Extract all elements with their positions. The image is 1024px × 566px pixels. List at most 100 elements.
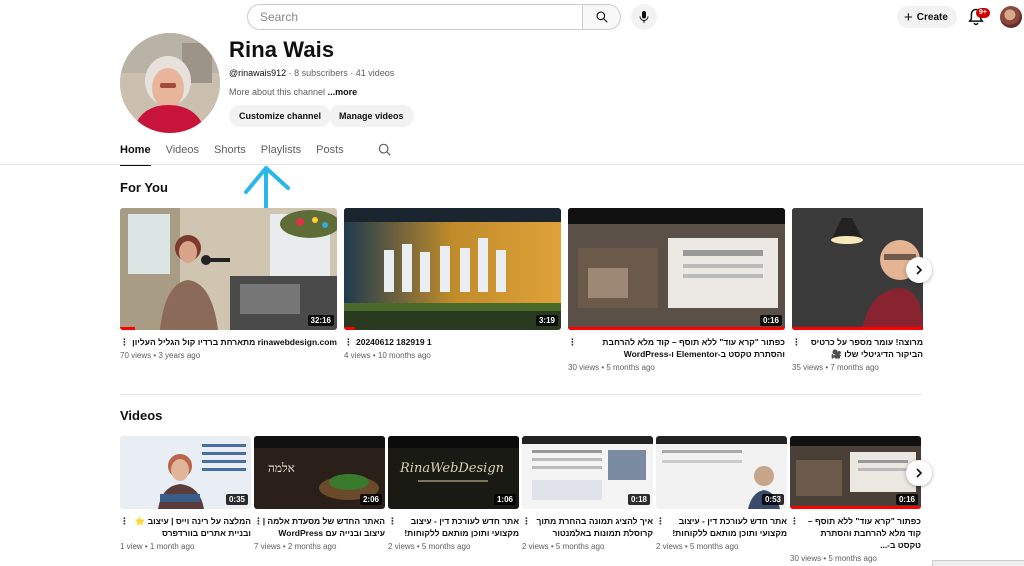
video-title-text: מרוצה! עומר מספר על כרטיס הביקור הדיגיטל… [810, 337, 923, 359]
video-meta: 30 views • 5 months ago [790, 554, 877, 563]
video-thumbnail[interactable] [792, 208, 923, 330]
video-thumbnail[interactable]: 0:16 [568, 208, 785, 330]
customize-channel-button[interactable]: Customize channel [229, 105, 332, 127]
video-title-text: המלצה על רינה וייס | עיצוב ⭐ ובניית אתרי… [134, 516, 251, 538]
video-card[interactable]: 0:53 ⋮ אתר חדש לעורכת דין - עיצוב מקצועי … [656, 436, 787, 563]
chevron-right-icon [916, 468, 923, 478]
video-card[interactable]: RinaWebDesign 1:06 ⋮ אתר חדש לעורכת דין -… [388, 436, 519, 563]
video-card[interactable]: 0:35 ⋮ המלצה על רינה וייס | עיצוב ⭐ ובניי… [120, 436, 251, 563]
video-title[interactable]: ⋮ מרוצה! עומר מספר על כרטיס הביקור הדיגיט… [792, 336, 923, 360]
video-title[interactable]: ⋮ כפתור "קרא עוד" ללא תוסף – קוד מלא להרח… [568, 336, 785, 360]
video-title[interactable]: ⋮ האתר החדש של מסעדת אלמה | עיצוב ובנייה … [254, 515, 385, 539]
tab-videos[interactable]: Videos [166, 140, 199, 164]
video-card[interactable]: 0:18 ⋮ איך להציג תמונה בהחרת מתוך קרוסלת … [522, 436, 653, 563]
video-thumbnail[interactable]: 0:53 [656, 436, 787, 509]
subscriber-count: 8 subscribers [294, 68, 348, 78]
video-title-text: אתר חדש לעורכת דין - עיצוב מקצועי ותוכן … [672, 516, 787, 538]
watch-progress-bar [568, 327, 785, 330]
kebab-icon[interactable]: ⋮ [656, 515, 665, 527]
carousel-next-button[interactable] [906, 460, 932, 486]
video-card[interactable]: אלמה 2:06 ⋮ האתר החדש של מסעדת אלמה | עיצ… [254, 436, 385, 563]
more-link[interactable]: ...more [328, 87, 358, 97]
video-title[interactable]: ⋮ איך להציג תמונה בהחרת מתוך קרוסלת תמונו… [522, 515, 653, 539]
video-title[interactable]: ⋮ אתר חדש לעורכת דין - עיצוב מקצועי ותוכן… [388, 515, 519, 539]
videos-title: Videos [120, 408, 163, 423]
video-title[interactable]: ⋮ rinawebdesign.com מתארחת ברדיו קול הגלי… [120, 336, 337, 348]
channel-handle: @rinawais912 [229, 68, 287, 78]
video-card[interactable]: 32:16 ⋮ rinawebdesign.com מתארחת ברדיו קו… [120, 208, 337, 372]
search-bar [247, 4, 657, 30]
video-duration: 0:16 [759, 315, 782, 326]
video-meta: 2 views • 5 months ago [388, 542, 471, 551]
watch-progress-bar [120, 327, 135, 330]
channel-about[interactable]: More about this channel ...more [229, 87, 357, 97]
video-thumbnail[interactable]: RinaWebDesign 1:06 [388, 436, 519, 509]
section-divider [120, 394, 922, 395]
video-meta: 1 view • 1 month ago [120, 542, 195, 551]
search-input[interactable] [247, 4, 583, 30]
kebab-icon[interactable]: ⋮ [388, 515, 397, 527]
video-title[interactable]: ⋮ אתר חדש לעורכת דין - עיצוב מקצועי ותוכן… [656, 515, 787, 539]
video-thumbnail[interactable]: 32:16 [120, 208, 337, 330]
search-icon [595, 11, 608, 23]
video-title[interactable]: ⋮ 20240612 182919 1 [344, 336, 561, 348]
svg-text:אלמה: אלמה [268, 461, 295, 475]
video-meta: 4 views • 10 months ago [344, 351, 431, 360]
voice-search-button[interactable] [631, 4, 657, 30]
for-you-title: For You [120, 180, 168, 195]
tabs-divider [0, 164, 1024, 165]
video-card[interactable]: 0:16 ⋮ כפתור "קרא עוד" ללא תוסף – קוד מלא… [790, 436, 921, 563]
kebab-icon[interactable]: ⋮ [522, 515, 531, 527]
carousel-next-button[interactable] [906, 257, 932, 283]
video-card[interactable]: 3:19 ⋮ 20240612 182919 1 4 views • 10 mon… [344, 208, 561, 372]
search-icon[interactable] [377, 142, 393, 158]
create-button[interactable]: + Create [897, 6, 957, 28]
video-meta: 2 views • 5 months ago [656, 542, 739, 551]
kebab-icon[interactable]: ⋮ [792, 336, 801, 348]
watch-progress-bar [344, 327, 355, 330]
video-card[interactable]: 0:16 ⋮ כפתור "קרא עוד" ללא תוסף – קוד מלא… [568, 208, 785, 372]
kebab-icon[interactable]: ⋮ [568, 336, 577, 348]
video-title-text: 20240612 182919 1 [356, 337, 432, 347]
video-duration: 0:18 [627, 494, 650, 505]
mic-icon [639, 11, 649, 23]
video-meta: 35 views • 7 months ago [792, 363, 879, 372]
video-title[interactable]: ⋮ כפתור "קרא עוד" ללא תוסף – קוד מלא להרח… [790, 515, 921, 551]
kebab-icon[interactable]: ⋮ [120, 336, 129, 348]
video-duration: 0:16 [895, 494, 918, 505]
video-meta: 7 views • 2 months ago [254, 542, 337, 551]
video-thumbnail[interactable]: 0:35 [120, 436, 251, 509]
kebab-icon[interactable]: ⋮ [790, 515, 799, 527]
tab-posts[interactable]: Posts [316, 140, 344, 164]
search-button[interactable] [583, 4, 621, 30]
video-title-text: האתר החדש של מסעדת אלמה | עיצוב ובנייה ע… [262, 516, 385, 538]
account-avatar[interactable] [1000, 6, 1022, 28]
video-thumbnail[interactable]: אלמה 2:06 [254, 436, 385, 509]
kebab-icon[interactable]: ⋮ [344, 336, 353, 348]
video-title-text: אתר חדש לעורכת דין - עיצוב מקצועי ותוכן … [404, 516, 519, 538]
video-title[interactable]: ⋮ המלצה על רינה וייס | עיצוב ⭐ ובניית אתר… [120, 515, 251, 539]
svg-text:RinaWebDesign: RinaWebDesign [399, 461, 504, 476]
video-duration: 3:19 [535, 315, 558, 326]
video-meta: 2 views • 5 months ago [522, 542, 605, 551]
videos-row: 0:35 ⋮ המלצה על רינה וייס | עיצוב ⭐ ובניי… [120, 436, 921, 563]
video-thumbnail[interactable]: 0:18 [522, 436, 653, 509]
chevron-right-icon [916, 265, 923, 275]
video-thumbnail[interactable]: 0:16 [790, 436, 921, 509]
kebab-icon[interactable]: ⋮ [254, 515, 263, 527]
video-duration: 32:16 [307, 315, 334, 326]
video-title-text: כפתור "קרא עוד" ללא תוסף – קוד מלא להרחב… [807, 516, 921, 550]
video-card[interactable]: ⋮ מרוצה! עומר מספר על כרטיס הביקור הדיגיט… [792, 208, 923, 372]
video-thumbnail[interactable]: 3:19 [344, 208, 561, 330]
video-duration: 0:35 [225, 494, 248, 505]
tab-home[interactable]: Home [120, 140, 151, 166]
watch-progress-bar [790, 506, 921, 509]
video-duration: 1:06 [493, 494, 516, 505]
manage-videos-button[interactable]: Manage videos [329, 105, 414, 127]
video-title-text: rinawebdesign.com מתארחת ברדיו קול הגליל… [132, 337, 337, 347]
meta-separator: · [286, 68, 295, 78]
video-meta: 30 views • 5 months ago [568, 363, 655, 372]
meta-separator: · [347, 68, 356, 78]
kebab-icon[interactable]: ⋮ [120, 515, 129, 527]
video-duration: 2:06 [359, 494, 382, 505]
